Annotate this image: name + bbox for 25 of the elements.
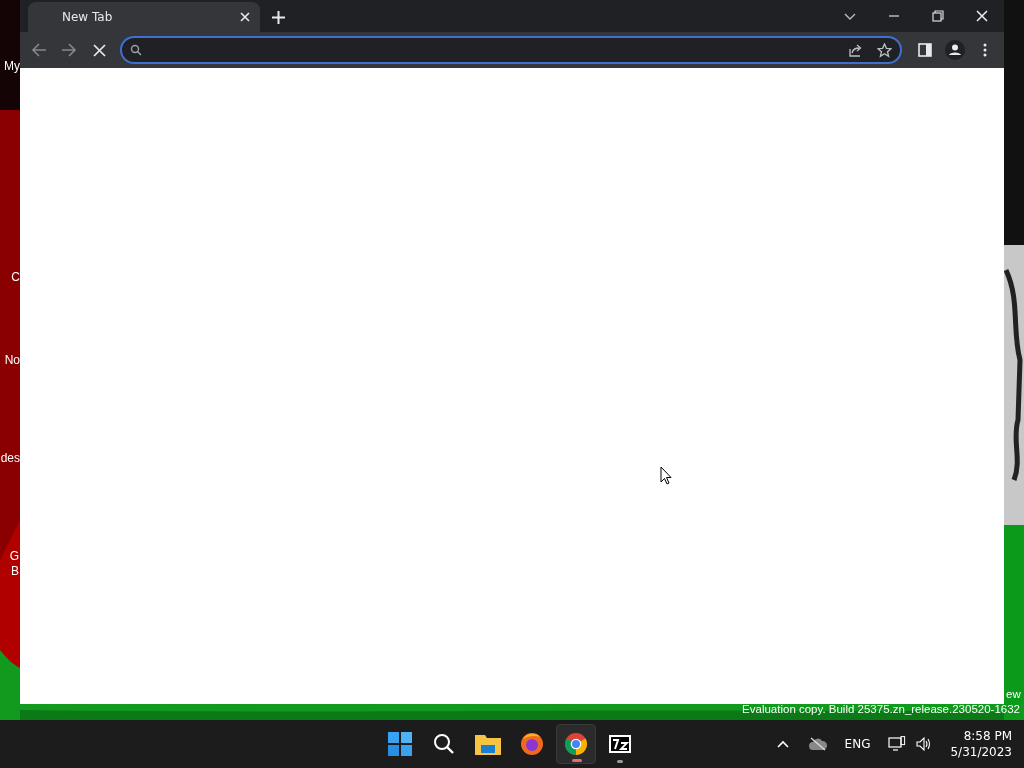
tab-title: New Tab — [62, 9, 114, 26]
volume-icon[interactable] — [916, 737, 933, 751]
network-icon[interactable] — [888, 736, 907, 752]
archive-app-icon — [609, 735, 631, 753]
profile-icon[interactable] — [942, 37, 968, 63]
cursor-icon — [660, 466, 672, 485]
folder-icon — [475, 733, 501, 755]
clock-date[interactable]: 5/31/2023 — [950, 744, 1012, 760]
share-icon[interactable] — [848, 42, 863, 58]
cloud-off-icon[interactable] — [808, 737, 827, 751]
windows-logo-icon — [388, 732, 412, 756]
search-icon — [130, 44, 142, 56]
star-icon[interactable] — [877, 42, 892, 58]
address-bar[interactable] — [120, 36, 902, 64]
search-icon — [433, 733, 455, 755]
close-icon[interactable] — [975, 9, 989, 23]
watermark-text: Evaluation copy. Build 25375.zn_release.230520-1632 — [742, 702, 1020, 716]
taskbar-button[interactable] — [556, 724, 596, 764]
chevron-up-icon[interactable] — [776, 740, 789, 748]
close-icon[interactable] — [240, 12, 250, 22]
clock-time[interactable]: 8:58 PM — [950, 728, 1012, 744]
language-indicator[interactable]: ENG — [844, 735, 871, 753]
browser-tab[interactable]: New Tab — [28, 2, 260, 32]
new-tab-icon[interactable] — [272, 11, 285, 24]
restore-icon[interactable] — [931, 9, 945, 23]
